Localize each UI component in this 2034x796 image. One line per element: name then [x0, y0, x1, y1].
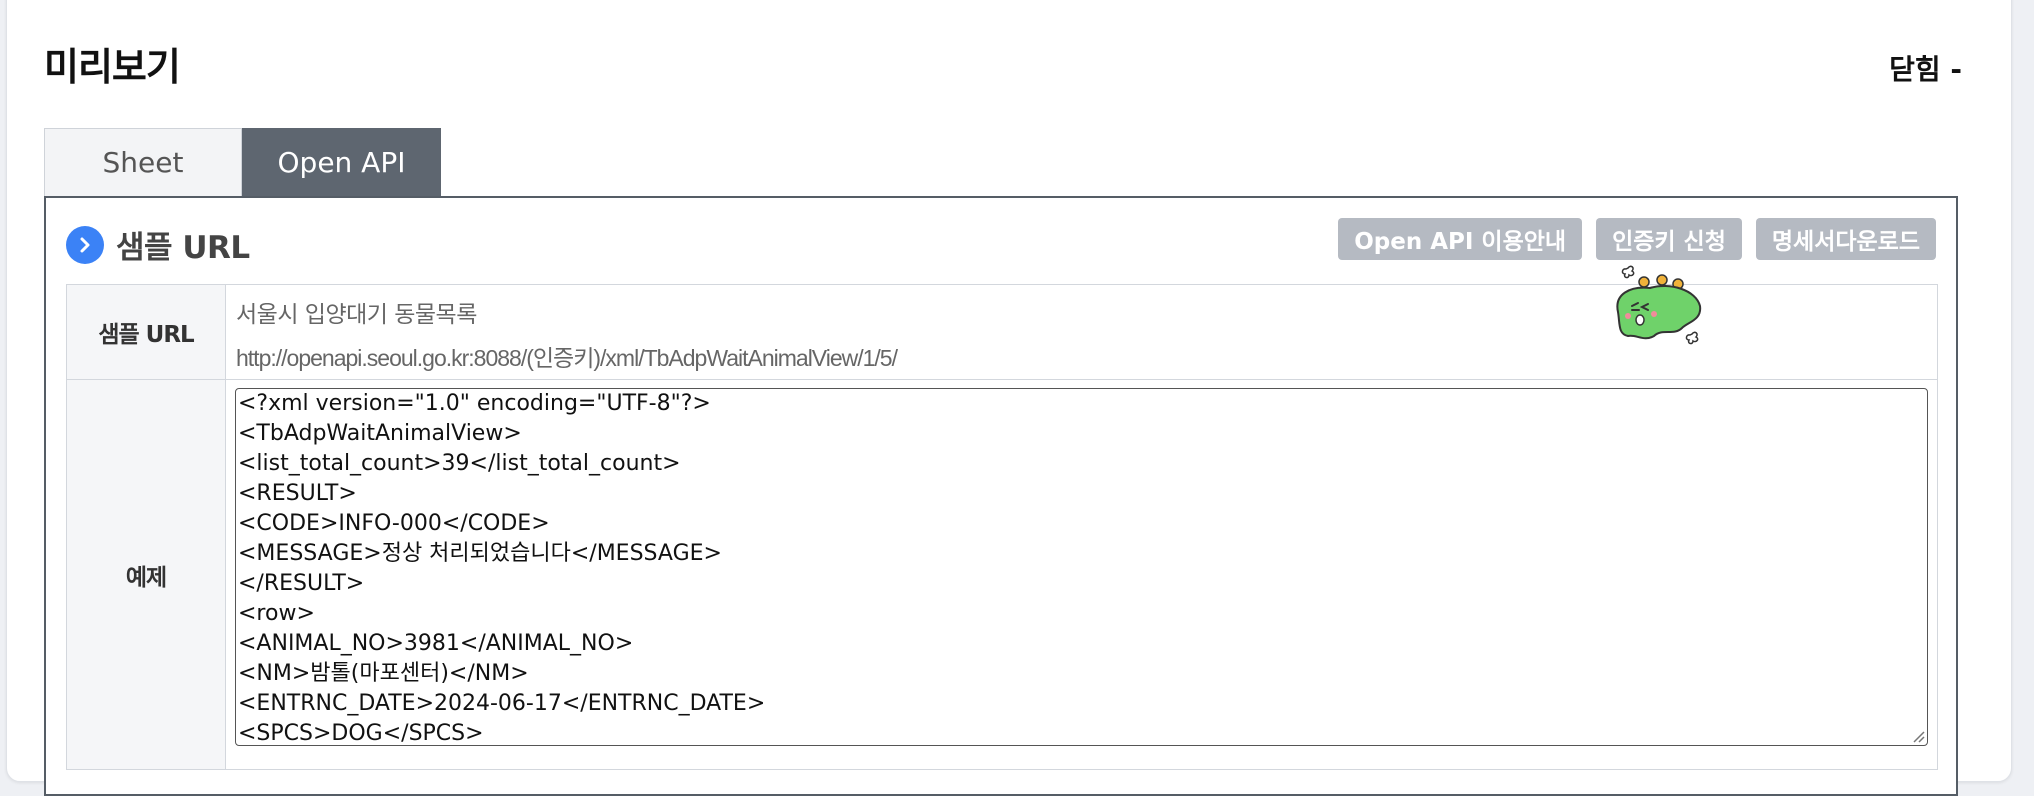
close-button[interactable]: 닫힘 -: [1889, 48, 1962, 88]
section-title: 샘플 URL: [116, 230, 250, 266]
table-row: 예제 <?xml version="1.0" encoding="UTF-8"?…: [66, 379, 1938, 770]
code-line: <ENTRNC_DATE>2024-06-17</ENTRNC_DATE>: [238, 691, 766, 716]
code-line: <RESULT>: [238, 481, 357, 506]
example-label: 예제: [66, 379, 226, 770]
code-line: <SPCS>DOG</SPCS>: [238, 721, 484, 746]
code-line: <NM>밤톨(마포센터)</NM>: [238, 661, 529, 686]
tab-bar: Sheet Open API: [44, 128, 441, 196]
example-code-textarea[interactable]: <?xml version="1.0" encoding="UTF-8"?> <T…: [235, 388, 1928, 746]
code-line: <MESSAGE>정상 처리되었습니다</MESSAGE>: [238, 541, 722, 566]
code-line: <TbAdpWaitAnimalView>: [238, 421, 522, 446]
download-spec-button[interactable]: 명세서다운로드: [1755, 218, 1936, 260]
chevron-right-circle-icon: [66, 225, 104, 264]
code-line: <ANIMAL_NO>3981</ANIMAL_NO>: [238, 631, 634, 656]
page-title: 미리보기: [44, 45, 181, 89]
code-line: <CODE>INFO-000</CODE>: [238, 511, 550, 536]
tab-open-api[interactable]: Open API: [242, 128, 441, 196]
tab-sheet[interactable]: Sheet: [44, 128, 242, 196]
api-guide-button[interactable]: Open API 이용안내: [1338, 218, 1583, 260]
page-scrollbar[interactable]: [2020, 0, 2034, 770]
sample-url-label: 샘플 URL: [66, 284, 226, 380]
example-cell: <?xml version="1.0" encoding="UTF-8"?> <T…: [225, 379, 1938, 770]
code-line: <row>: [238, 601, 315, 626]
resize-grip-icon[interactable]: [1911, 729, 1925, 743]
mascot-sticker-icon: [1616, 265, 1702, 345]
section-header: 샘플 URL: [66, 222, 250, 267]
code-line: <list_total_count>39</list_total_count>: [238, 451, 681, 476]
code-line: <?xml version="1.0" encoding="UTF-8"?>: [238, 391, 711, 416]
code-line: </RESULT>: [238, 571, 365, 596]
